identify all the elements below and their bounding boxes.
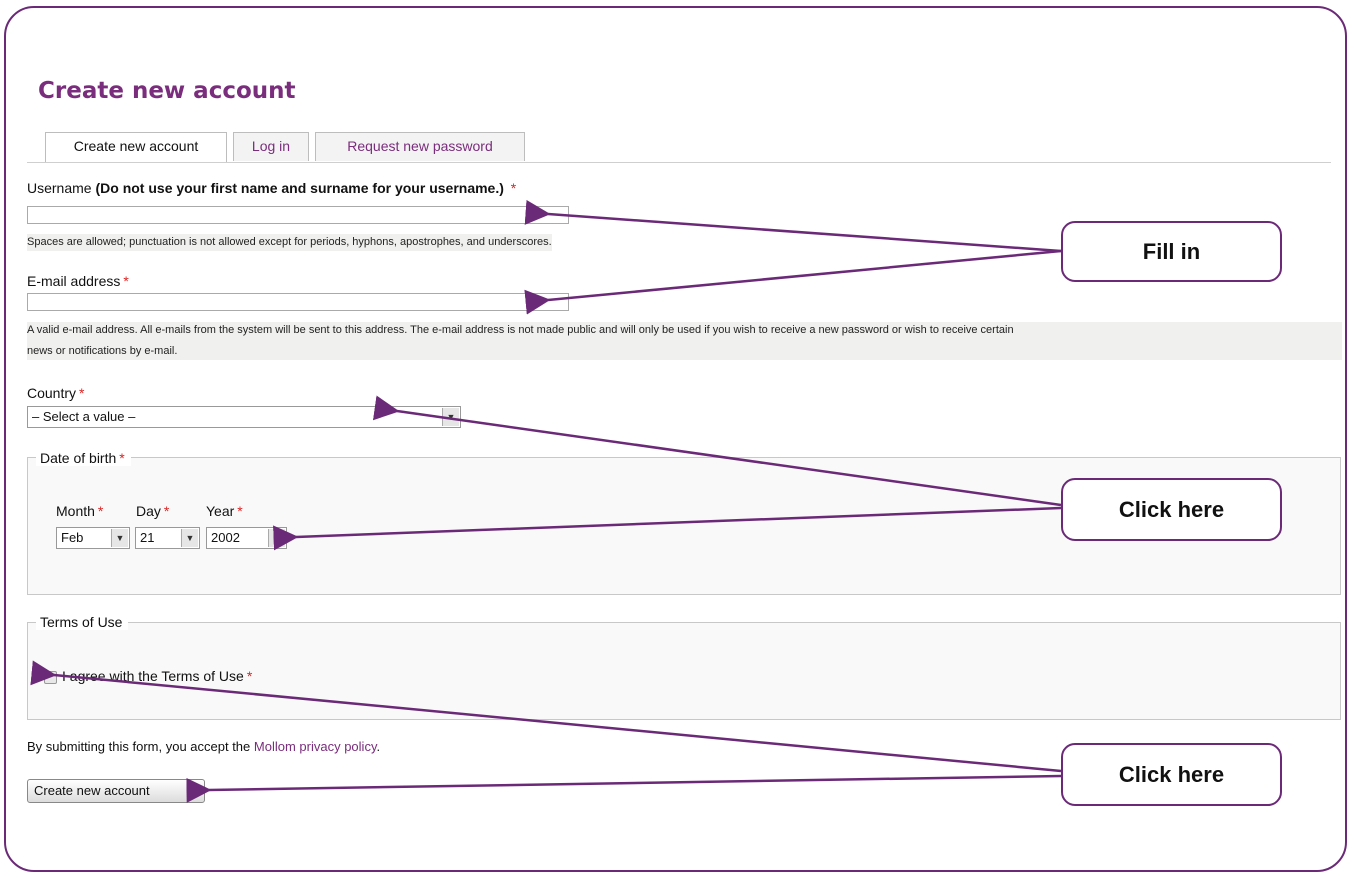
arrow-username: [524, 199, 1062, 253]
arrow-terms: [30, 660, 1062, 773]
arrow-dob: [273, 506, 1062, 551]
arrow-country: [372, 395, 1062, 507]
arrow-email: [524, 249, 1062, 315]
arrow-submit: [186, 774, 1062, 803]
annotation-arrows: [30, 199, 1062, 803]
